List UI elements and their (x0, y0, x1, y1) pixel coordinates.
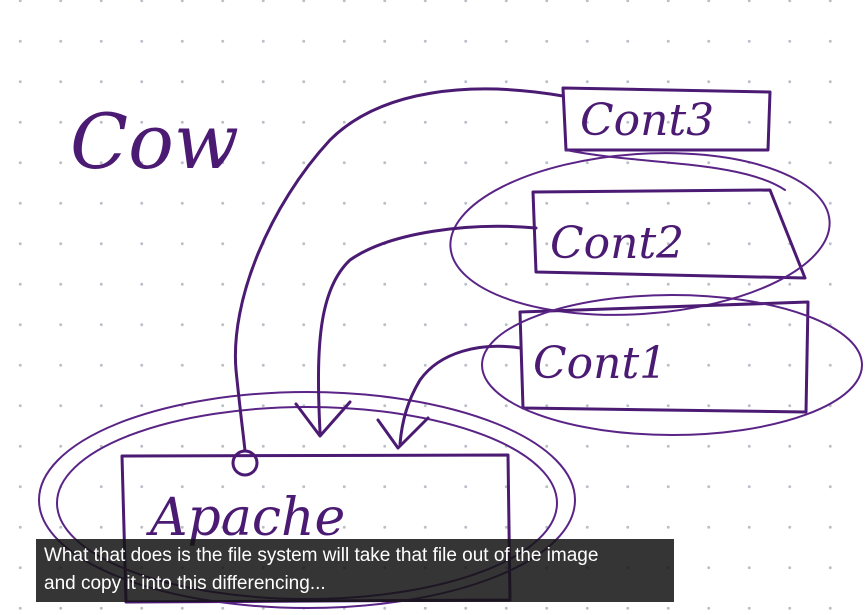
arrow-container-3-to-base (233, 87, 565, 453)
container-3-node: Cont3 (561, 86, 772, 152)
container-1-node: Cont1 (481, 294, 863, 436)
container-2-label: Cont2 (550, 218, 684, 269)
whiteboard-canvas: Cow Cont3 Cont2 Cont1 Apache What that d… (0, 0, 866, 615)
container-1-label: Cont1 (533, 338, 667, 389)
diagram-title: Cow (70, 97, 239, 186)
video-caption: What that does is the file system will t… (36, 539, 674, 602)
container-3-label: Cont3 (580, 95, 714, 146)
caption-line-2: and copy it into this differencing... (44, 573, 326, 594)
caption-line-1: What that does is the file system will t… (44, 545, 599, 566)
container-2-node: Cont2 (449, 152, 831, 316)
cow-diagram: Cow Cont3 Cont2 Cont1 Apache (38, 86, 863, 609)
container-3-to-2-stroke (565, 149, 786, 191)
